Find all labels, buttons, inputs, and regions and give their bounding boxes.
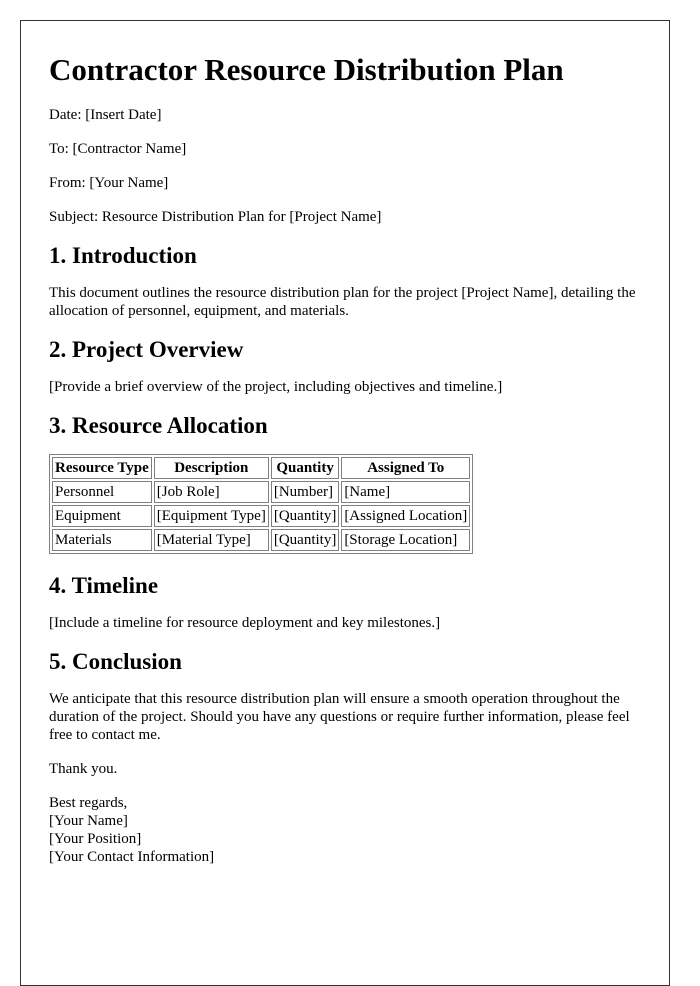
section-timeline: 4. Timeline [Include a timeline for reso… xyxy=(49,572,649,632)
column-header: Assigned To xyxy=(341,457,471,479)
section-resource-allocation: 3. Resource Allocation Resource Type Des… xyxy=(49,412,649,554)
signer-position: [Your Position] xyxy=(49,831,142,847)
table-cell: [Equipment Type] xyxy=(153,505,269,527)
table-row: Personnel [Job Role] [Number] [Name] xyxy=(52,481,471,503)
table-cell: [Quantity] xyxy=(270,505,340,527)
section-heading: 1. Introduction xyxy=(49,243,197,268)
section-body: This document outlines the resource dist… xyxy=(49,285,636,319)
table-cell: [Job Role] xyxy=(153,481,269,503)
from-line: From: [Your Name] xyxy=(49,175,169,191)
section-introduction: 1. Introduction This document outlines t… xyxy=(49,242,649,320)
table-cell: Equipment xyxy=(52,505,152,527)
section-heading: 2. Project Overview xyxy=(49,337,244,362)
section-heading: 3. Resource Allocation xyxy=(49,413,268,438)
table-cell: Materials xyxy=(52,529,152,551)
column-header: Quantity xyxy=(270,457,340,479)
section-heading: 4. Timeline xyxy=(49,573,159,598)
section-body: [Include a timeline for resource deploym… xyxy=(49,615,441,631)
table-cell: [Material Type] xyxy=(153,529,269,551)
table-row: Materials [Material Type] [Quantity] [St… xyxy=(52,529,471,551)
section-project-overview: 2. Project Overview [Provide a brief ove… xyxy=(49,336,649,396)
document-page: Contractor Resource Distribution Plan Da… xyxy=(20,20,670,986)
table-cell: [Name] xyxy=(341,481,471,503)
section-body: [Provide a brief overview of the project… xyxy=(49,379,503,395)
section-heading: 5. Conclusion xyxy=(49,649,182,674)
signer-contact: [Your Contact Information] xyxy=(49,849,215,865)
table-cell: Personnel xyxy=(52,481,152,503)
column-header: Description xyxy=(153,457,269,479)
section-conclusion: 5. Conclusion We anticipate that this re… xyxy=(49,648,649,744)
to-line: To: [Contractor Name] xyxy=(49,141,187,157)
table-header-row: Resource Type Description Quantity Assig… xyxy=(52,457,471,479)
resource-allocation-table: Resource Type Description Quantity Assig… xyxy=(49,454,474,554)
date-line: Date: [Insert Date] xyxy=(49,107,162,123)
table-cell: [Assigned Location] xyxy=(341,505,471,527)
subject-line: Subject: Resource Distribution Plan for … xyxy=(49,209,382,225)
table-cell: [Number] xyxy=(270,481,340,503)
table-row: Equipment [Equipment Type] [Quantity] [A… xyxy=(52,505,471,527)
table-cell: [Quantity] xyxy=(270,529,340,551)
document-title: Contractor Resource Distribution Plan xyxy=(49,52,564,87)
signature-block: Best regards, [Your Name] [Your Position… xyxy=(49,794,649,866)
signer-name: [Your Name] xyxy=(49,813,128,829)
table-cell: [Storage Location] xyxy=(341,529,471,551)
section-body: We anticipate that this resource distrib… xyxy=(49,691,630,743)
memo-header: Date: [Insert Date] To: [Contractor Name… xyxy=(49,106,649,226)
column-header: Resource Type xyxy=(52,457,152,479)
thank-you-line: Thank you. xyxy=(49,761,118,777)
signoff: Best regards, xyxy=(49,795,128,811)
